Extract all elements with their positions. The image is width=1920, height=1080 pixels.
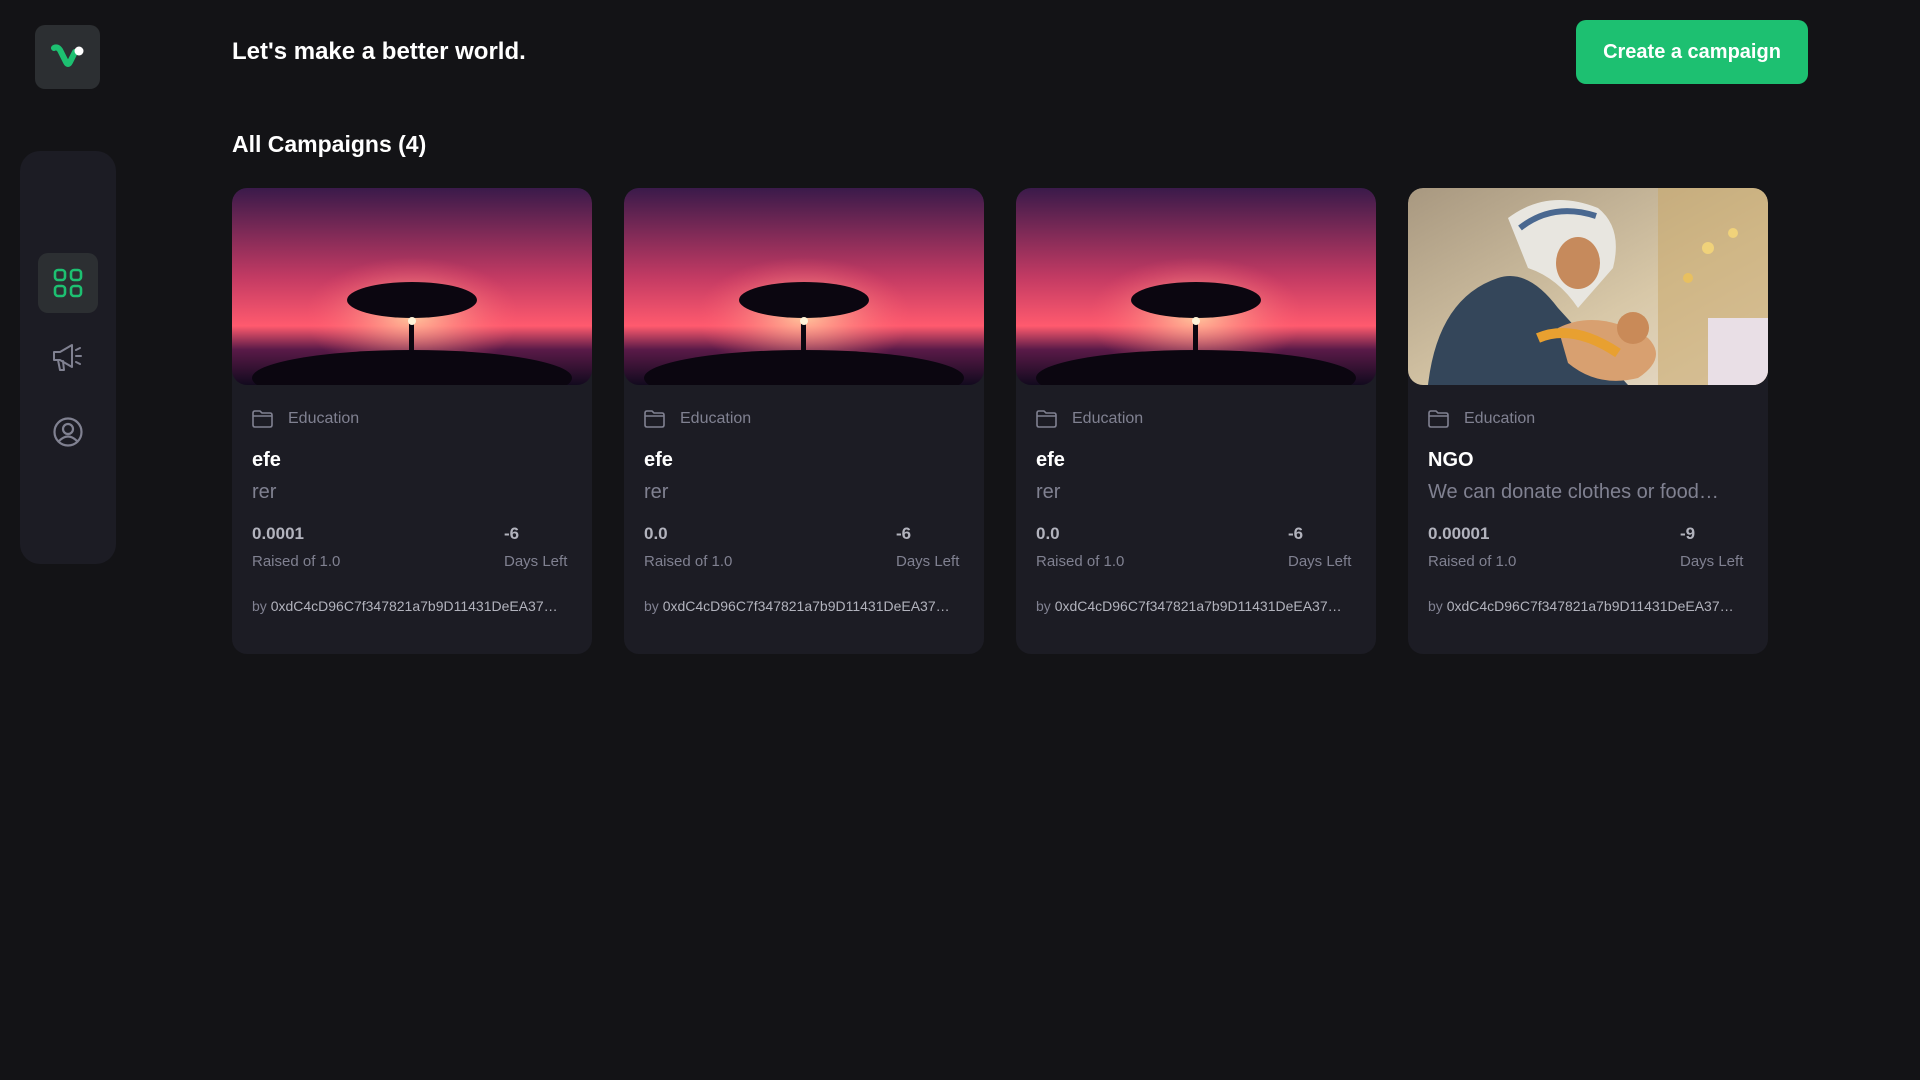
owner-prefix: by xyxy=(644,598,659,614)
days-left-label: Days Left xyxy=(504,553,568,570)
megaphone-icon xyxy=(53,344,82,371)
campaign-list: Education efe rer 0.0001 Raised of 1.0 -… xyxy=(232,188,1768,654)
raised-of-label: Raised of 1.0 xyxy=(1428,553,1517,570)
campaign-title: NGO xyxy=(1428,449,1474,471)
campaign-category: Education xyxy=(1072,410,1144,427)
app-logo-icon xyxy=(50,44,83,67)
owner-prefix: by xyxy=(252,598,267,614)
campaign-card[interactable]: Education efe rer 0.0 Raised of 1.0 -6 D… xyxy=(1016,188,1376,654)
days-left-value: -9 xyxy=(1680,524,1696,543)
campaign-owner: by 0xdC4cD96C7f347821a7b9D11431DeEA37… xyxy=(252,596,572,616)
campaign-card[interactable]: Education efe rer 0.0001 Raised of 1.0 -… xyxy=(232,188,592,654)
campaign-card[interactable]: Education efe rer 0.0 Raised of 1.0 -6 D… xyxy=(624,188,984,654)
nun-with-child-statue-image xyxy=(1408,188,1768,385)
campaign-description: rer xyxy=(1036,481,1061,503)
days-left-value: -6 xyxy=(1288,524,1304,543)
campaign-title: efe xyxy=(644,449,673,471)
raised-of-label: Raised of 1.0 xyxy=(1036,553,1125,570)
campaign-owner: by 0xdC4cD96C7f347821a7b9D11431DeEA37… xyxy=(1428,596,1748,616)
sunset-tree-image xyxy=(1016,188,1376,385)
days-left-label: Days Left xyxy=(896,553,960,570)
create-campaign-button[interactable]: Create a campaign xyxy=(1576,20,1808,84)
raised-of-label: Raised of 1.0 xyxy=(644,553,733,570)
raised-of-label: Raised of 1.0 xyxy=(252,553,341,570)
owner-address: 0xdC4cD96C7f347821a7b9D11431DeEA37… xyxy=(270,598,558,614)
amount-raised: 0.0 xyxy=(644,524,668,543)
page-tagline: Let's make a better world. xyxy=(232,38,526,65)
campaign-description: We can donate clothes or food… xyxy=(1428,481,1719,503)
campaign-description: rer xyxy=(644,481,669,503)
sidebar-item-campaign[interactable] xyxy=(38,327,98,387)
campaign-owner: by 0xdC4cD96C7f347821a7b9D11431DeEA37… xyxy=(644,596,964,616)
campaign-owner: by 0xdC4cD96C7f347821a7b9D11431DeEA37… xyxy=(1036,596,1356,616)
days-left-value: -6 xyxy=(504,524,520,543)
amount-raised: 0.0001 xyxy=(252,524,304,543)
campaign-description: rer xyxy=(252,481,277,503)
amount-raised: 0.00001 xyxy=(1428,524,1490,543)
dashboard-grid-icon xyxy=(53,268,83,298)
folder-icon xyxy=(1428,410,1449,428)
owner-address: 0xdC4cD96C7f347821a7b9D11431DeEA37… xyxy=(1054,598,1342,614)
user-circle-icon xyxy=(53,417,83,447)
section-title: All Campaigns (4) xyxy=(232,131,427,157)
campaign-category: Education xyxy=(288,410,360,427)
app-root: Let's make a better world. Create a camp… xyxy=(0,0,1920,1080)
campaign-card[interactable]: Education NGO We can donate clothes or f… xyxy=(1408,188,1768,654)
campaign-category: Education xyxy=(1464,410,1536,427)
amount-raised: 0.0 xyxy=(1036,524,1060,543)
owner-prefix: by xyxy=(1428,598,1443,614)
sunset-tree-image xyxy=(232,188,592,385)
sunset-tree-image xyxy=(624,188,984,385)
campaign-title: efe xyxy=(1036,449,1065,471)
folder-icon xyxy=(644,410,665,428)
days-left-label: Days Left xyxy=(1680,553,1744,570)
days-left-label: Days Left xyxy=(1288,553,1352,570)
folder-icon xyxy=(252,410,273,428)
sidebar-item-dashboard[interactable] xyxy=(38,253,98,313)
app-logo[interactable] xyxy=(35,25,100,89)
owner-prefix: by xyxy=(1036,598,1051,614)
folder-icon xyxy=(1036,410,1057,428)
owner-address: 0xdC4cD96C7f347821a7b9D11431DeEA37… xyxy=(662,598,950,614)
campaign-category: Education xyxy=(680,410,752,427)
sidebar xyxy=(20,151,116,564)
campaign-title: efe xyxy=(252,449,281,471)
sidebar-item-profile[interactable] xyxy=(38,402,98,462)
owner-address: 0xdC4cD96C7f347821a7b9D11431DeEA37… xyxy=(1446,598,1734,614)
days-left-value: -6 xyxy=(896,524,912,543)
